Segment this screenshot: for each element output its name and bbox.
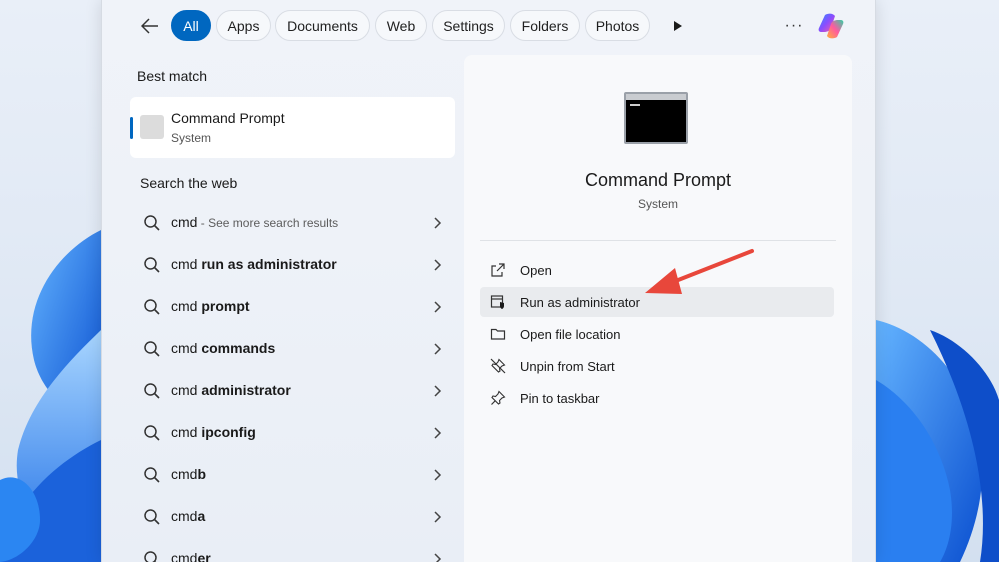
web-result-row[interactable]: cmd prompt [138,292,443,322]
filter-chip-apps[interactable]: Apps [216,10,271,41]
web-result-text: cmd run as administrator [171,256,337,272]
command-prompt-large-icon [624,92,688,144]
web-result-emphasis: a [197,508,206,524]
shield-admin-icon [490,295,504,309]
web-result-prefix: cmd [171,382,202,398]
more-filters-button[interactable] [668,16,688,36]
chevron-right-icon [434,469,442,481]
web-result-row[interactable]: cmd administrator [138,376,443,406]
search-icon [144,341,160,357]
web-result-row[interactable]: cmda [138,502,443,532]
filter-chip-photos[interactable]: Photos [585,10,650,41]
chevron-right-icon [434,343,442,355]
preview-title: Command Prompt [584,170,732,190]
preview-divider [480,240,836,241]
web-result-emphasis: b [197,466,207,482]
filter-chip-all[interactable]: All [171,10,211,41]
action-open-file-location[interactable]: Open file location [480,319,834,349]
folder-icon [490,328,506,340]
open-external-icon [491,263,505,277]
best-match-name: Command Prompt [171,110,285,126]
filter-chip-folders[interactable]: Folders [510,10,580,41]
web-result-text: cmder [171,550,211,562]
chevron-right-icon [434,259,442,271]
best-match-heading: Best match [137,68,208,84]
web-result-text: cmd prompt [171,298,250,314]
web-result-emphasis: prompt [201,298,250,314]
action-pin-to-taskbar-label: Pin to taskbar [520,391,600,406]
web-result-row[interactable]: cmd - See more search results [138,208,443,238]
pin-icon [491,390,506,405]
action-open-file-location-label: Open file location [520,327,621,342]
selection-indicator [130,117,133,139]
search-icon [144,551,157,562]
best-match-result[interactable]: Command Prompt System [130,97,455,158]
filter-chip-web[interactable]: Web [375,10,427,41]
chevron-right-icon [434,427,442,439]
search-panel: All Apps Documents Web Settings Folders … [101,0,876,562]
filter-chip-documents[interactable]: Documents [275,10,370,41]
web-result-row[interactable]: cmder [138,544,443,562]
action-open-label: Open [520,263,552,278]
chevron-right-icon [434,553,442,562]
web-result-emphasis: administrator [201,382,291,398]
action-unpin-from-start-label: Unpin from Start [520,359,615,374]
play-icon [674,21,682,31]
search-icon [144,257,160,273]
preview-pane: Command Prompt System Open Run as admini… [464,55,852,562]
web-result-text: cmda [171,508,205,524]
search-icon [144,383,160,399]
preview-subtitle: System [637,197,678,211]
web-result-text: cmd ipconfig [171,424,256,440]
chevron-right-icon [434,385,442,397]
chevron-right-icon [434,511,442,523]
chevron-right-icon [434,217,442,229]
web-result-prefix: cmd [171,508,198,524]
web-result-text: cmd administrator [171,382,291,398]
best-match-type: System [171,131,212,145]
web-result-emphasis: ipconfig [201,424,256,440]
web-result-hint: - See more search results [197,216,339,230]
web-result-row[interactable]: cmd commands [138,334,443,364]
search-web-heading: Search the web [140,175,238,191]
search-icon [144,467,160,483]
unpin-icon [490,358,506,374]
search-icon [144,299,160,315]
search-icon [144,509,160,525]
web-result-row[interactable]: cmdb [138,460,443,490]
more-options-button[interactable]: ··· [782,16,806,36]
chevron-right-icon [434,301,442,313]
action-pin-to-taskbar[interactable]: Pin to taskbar [480,383,834,413]
back-button[interactable] [138,14,162,38]
web-result-text: cmdb [171,466,206,482]
web-result-prefix: cmd [171,256,202,272]
web-result-prefix: cmd [171,424,202,440]
filter-chip-settings[interactable]: Settings [432,10,505,41]
action-unpin-from-start[interactable]: Unpin from Start [480,351,834,381]
action-run-as-administrator-label: Run as administrator [520,295,640,310]
web-result-text: cmd commands [171,340,275,356]
back-arrow-icon [141,18,158,34]
web-result-emphasis: er [197,550,211,562]
filter-bar: All Apps Documents Web Settings Folders … [102,8,875,44]
web-result-prefix: cmd [171,340,202,356]
action-open[interactable]: Open [480,255,834,285]
web-result-text: cmd - See more search results [171,214,338,230]
copilot-icon[interactable] [815,10,847,42]
web-result-emphasis: run as administrator [201,256,337,272]
web-result-row[interactable]: cmd ipconfig [138,418,443,448]
web-result-prefix: cmd [171,298,202,314]
web-result-prefix: cmd [171,550,198,562]
search-icon [144,425,160,441]
web-result-prefix: cmd [171,214,198,230]
web-result-row[interactable]: cmd run as administrator [138,250,443,280]
search-icon [144,215,160,231]
web-result-prefix: cmd [171,466,198,482]
action-run-as-administrator[interactable]: Run as administrator [480,287,834,317]
web-result-emphasis: commands [201,340,276,356]
command-prompt-app-icon [140,115,164,139]
